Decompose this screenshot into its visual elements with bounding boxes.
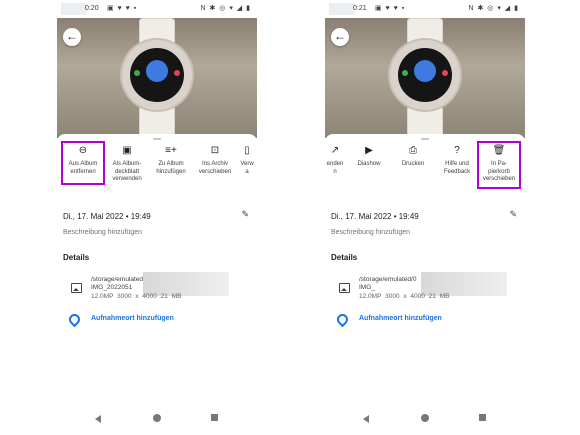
status-notification-icons: ▣ ♥ ♥ ▪ [375, 5, 406, 12]
back-arrow-icon[interactable]: ← [331, 28, 349, 46]
slideshow-icon: ▶ [365, 145, 373, 156]
back-arrow-icon[interactable]: ← [63, 28, 81, 46]
status-time: 0:20 [85, 5, 99, 12]
nav-home-icon[interactable] [421, 414, 429, 422]
action-label: Hilfe und Feedback [443, 161, 471, 175]
image-file-icon [71, 283, 82, 293]
action-label: enden n [326, 161, 344, 175]
action-row: ↗ enden n ▶ Diashow ⎙ Drucken ? Hilfe un… [325, 141, 525, 194]
playlist-add-icon: ≡+ [165, 145, 177, 156]
blurred-region [329, 3, 355, 15]
nav-back-icon[interactable] [363, 415, 369, 423]
action-label: Als Album- deckblatt verwenden [112, 161, 142, 182]
nav-recents-icon[interactable] [479, 414, 486, 421]
sheet-handle[interactable] [421, 138, 429, 140]
edit-pencil-icon[interactable]: ✎ [509, 209, 517, 220]
smartwatch-image [122, 40, 192, 110]
action-label: Diashow [357, 161, 381, 167]
share-button[interactable]: ↗ enden n [325, 144, 345, 176]
image-file-icon [339, 283, 350, 293]
album-cover-icon: ▣ [122, 145, 132, 156]
sheet-handle[interactable] [153, 138, 161, 140]
help-icon: ? [454, 145, 460, 156]
archive-icon: ⊡ [210, 145, 220, 156]
status-system-icons: N ✱ ◎ ▾ ◢ ▮ [468, 5, 519, 12]
action-label: Verw a [240, 161, 254, 175]
status-bar: 0:21 ▣ ♥ ♥ ▪ N ✱ ◎ ▾ ◢ ▮ [325, 0, 525, 18]
file-path: /storage/emulated/ IMG_2022051 [91, 276, 145, 291]
location-pin-icon [334, 311, 351, 328]
location-pin-icon [66, 311, 83, 328]
status-time: 0:21 [353, 5, 367, 12]
photo-preview[interactable] [57, 18, 257, 138]
nav-home-icon[interactable] [153, 414, 161, 422]
description-field[interactable]: Beschreibung hinzufügen [63, 229, 142, 236]
edit-pencil-icon[interactable]: ✎ [241, 209, 249, 220]
photo-preview[interactable] [325, 18, 525, 138]
highlight-box [477, 141, 521, 189]
system-nav-bar [325, 413, 525, 433]
status-system-icons: N ✱ ◎ ▾ ◢ ▮ [200, 5, 251, 12]
slideshow-button[interactable]: ▶ Diashow [347, 144, 391, 169]
action-label: Drucken [401, 161, 425, 167]
status-bar: 0:20 ▣ ♥ ♥ ▪ N ✱ ◎ ▾ ◢ ▮ [57, 0, 257, 18]
status-notification-icons: ▣ ♥ ♥ ▪ [107, 5, 138, 12]
share-partial-icon: ↗ [330, 145, 340, 156]
file-path: /storage/emulated/0 IMG_ [359, 276, 417, 291]
print-icon: ⎙ [409, 145, 417, 156]
description-field[interactable]: Beschreibung hinzufügen [331, 229, 410, 236]
file-meta: 12.0MP 3000 x 4000 21 MB [91, 293, 182, 300]
date-time: Di., 17. Mai 2022 • 19:49 [63, 212, 151, 221]
nav-back-icon[interactable] [95, 415, 101, 423]
add-location-link[interactable]: Aufnahmeort hinzufügen [359, 315, 442, 322]
add-location-link[interactable]: Aufnahmeort hinzufügen [91, 315, 174, 322]
print-button[interactable]: ⎙ Drucken [391, 144, 435, 169]
help-feedback-button[interactable]: ? Hilfe und Feedback [435, 144, 479, 176]
use-as-button[interactable]: ▯ Verw a [237, 144, 257, 176]
system-nav-bar [57, 413, 257, 433]
details-heading: Details [63, 253, 90, 262]
action-row: ⊖ Aus Album entfernen ▣ Als Album- deckb… [57, 141, 257, 194]
phone-screen-left: 0:20 ▣ ♥ ♥ ▪ N ✱ ◎ ▾ ◢ ▮ ← ⊖ Aus Album e… [57, 0, 257, 435]
highlight-box [61, 141, 105, 185]
info-sheet: ⊖ Aus Album entfernen ▣ Als Album- deckb… [57, 134, 257, 435]
action-label: Ins Archiv verschieben [198, 161, 232, 175]
phone-screen-right: 0:21 ▣ ♥ ♥ ▪ N ✱ ◎ ▾ ◢ ▮ ← ↗ enden n ▶ D… [325, 0, 525, 435]
smartwatch-image [390, 40, 460, 110]
file-meta: 12.0MP 3000 x 4000 21 MB [359, 293, 450, 300]
date-time: Di., 17. Mai 2022 • 19:49 [331, 212, 419, 221]
add-to-album-button[interactable]: ≡+ Zu Album hinzufügen [149, 144, 193, 176]
blurred-region [61, 3, 87, 15]
info-sheet: ↗ enden n ▶ Diashow ⎙ Drucken ? Hilfe un… [325, 134, 525, 435]
set-album-cover-button[interactable]: ▣ Als Album- deckblatt verwenden [105, 144, 149, 184]
archive-button[interactable]: ⊡ Ins Archiv verschieben [193, 144, 237, 176]
details-heading: Details [331, 253, 358, 262]
action-label: Zu Album hinzufügen [156, 161, 186, 175]
partial-icon: ▯ [244, 145, 250, 156]
nav-recents-icon[interactable] [211, 414, 218, 421]
